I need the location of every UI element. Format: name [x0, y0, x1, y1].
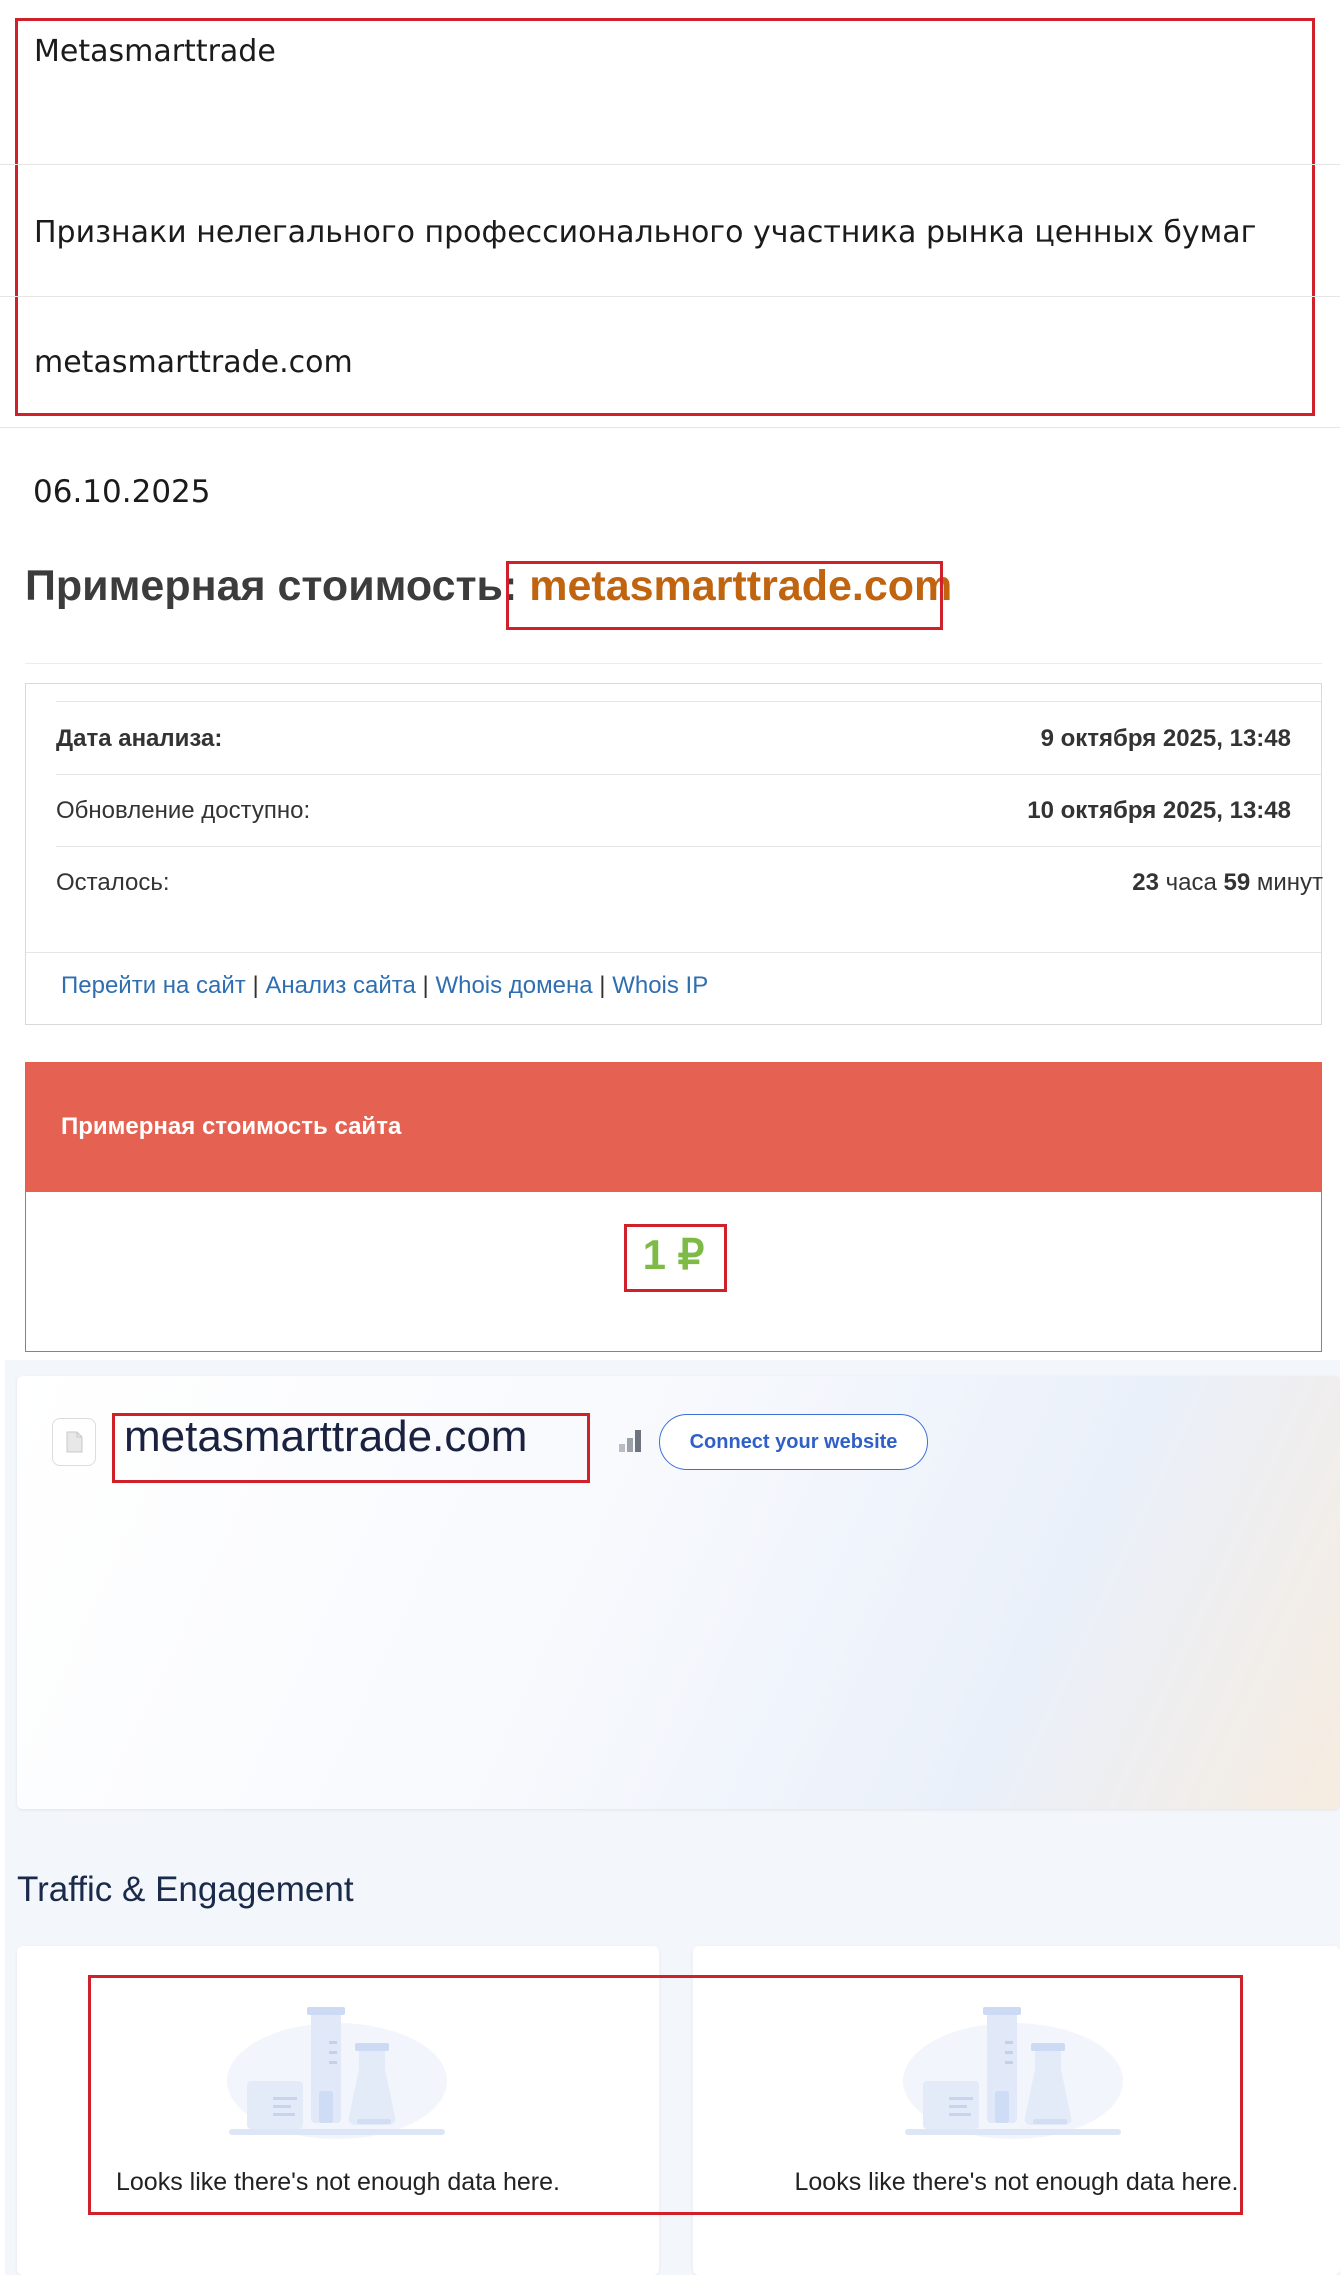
info-row-analysis-date: Дата анализа: 9 октября 2025, 13:48 — [56, 703, 1291, 773]
link-domain-whois[interactable]: Whois домена — [435, 972, 592, 999]
highlight-box-empty-data — [88, 1975, 1243, 2215]
info-label: Обновление доступно: — [56, 797, 311, 824]
link-go-to-site[interactable]: Перейти на сайт — [61, 972, 246, 999]
divider — [0, 296, 1340, 297]
link-separator: | — [599, 972, 606, 999]
rank-bars-icon — [617, 1428, 645, 1452]
site-cost-card: Примерная стоимость сайта 1 ₽ — [25, 1062, 1322, 1352]
site-cost-header: Примерная стоимость сайта — [26, 1063, 1321, 1192]
time-left-value: 23 часа 59 минут — [1132, 869, 1323, 897]
company-name: Metasmarttrade — [34, 34, 276, 69]
link-site-analysis[interactable]: Анализ сайта — [265, 972, 416, 999]
minutes-word: минут — [1256, 869, 1323, 896]
registry-date: 06.10.2025 — [33, 474, 211, 510]
hours-word: часа — [1165, 869, 1217, 896]
info-value: 10 октября 2025, 13:48 — [1027, 797, 1291, 824]
site-links: Перейти на сайт | Анализ сайта | Whois д… — [61, 972, 708, 1000]
favicon-placeholder-icon — [52, 1418, 96, 1466]
highlight-box-headline-domain — [506, 561, 943, 630]
divider — [25, 663, 1322, 664]
site-cost-title: Примерная стоимость сайта — [61, 1113, 402, 1140]
divider — [0, 427, 1340, 428]
link-ip-whois[interactable]: Whois IP — [612, 972, 708, 999]
link-separator: | — [252, 972, 259, 999]
info-row-update-available: Обновление доступно: 10 октября 2025, 13… — [56, 775, 1291, 845]
registry-domain: metasmarttrade.com — [34, 345, 353, 380]
info-row-time-left: Осталось: 23 часа 59 минут — [56, 847, 1323, 917]
section-title: Traffic & Engagement — [17, 1870, 354, 1909]
highlight-box-website-domain — [112, 1413, 590, 1483]
info-label: Дата анализа: — [56, 725, 223, 752]
divider — [56, 701, 1321, 702]
highlight-box-cost — [624, 1224, 727, 1292]
info-label: Осталось: — [56, 869, 170, 896]
headline-prefix: Примерная стоимость: — [25, 562, 518, 610]
minutes-number: 59 — [1223, 869, 1251, 896]
violation-category: Признаки нелегального профессионального … — [34, 215, 1257, 250]
analysis-info-card: Дата анализа: 9 октября 2025, 13:48 Обно… — [25, 683, 1323, 1025]
link-separator: | — [422, 972, 429, 999]
divider — [0, 164, 1340, 165]
hours-number: 23 — [1132, 869, 1159, 896]
divider — [26, 952, 1321, 953]
connect-website-button[interactable]: Connect your website — [659, 1414, 928, 1470]
info-value: 9 октября 2025, 13:48 — [1040, 725, 1291, 752]
